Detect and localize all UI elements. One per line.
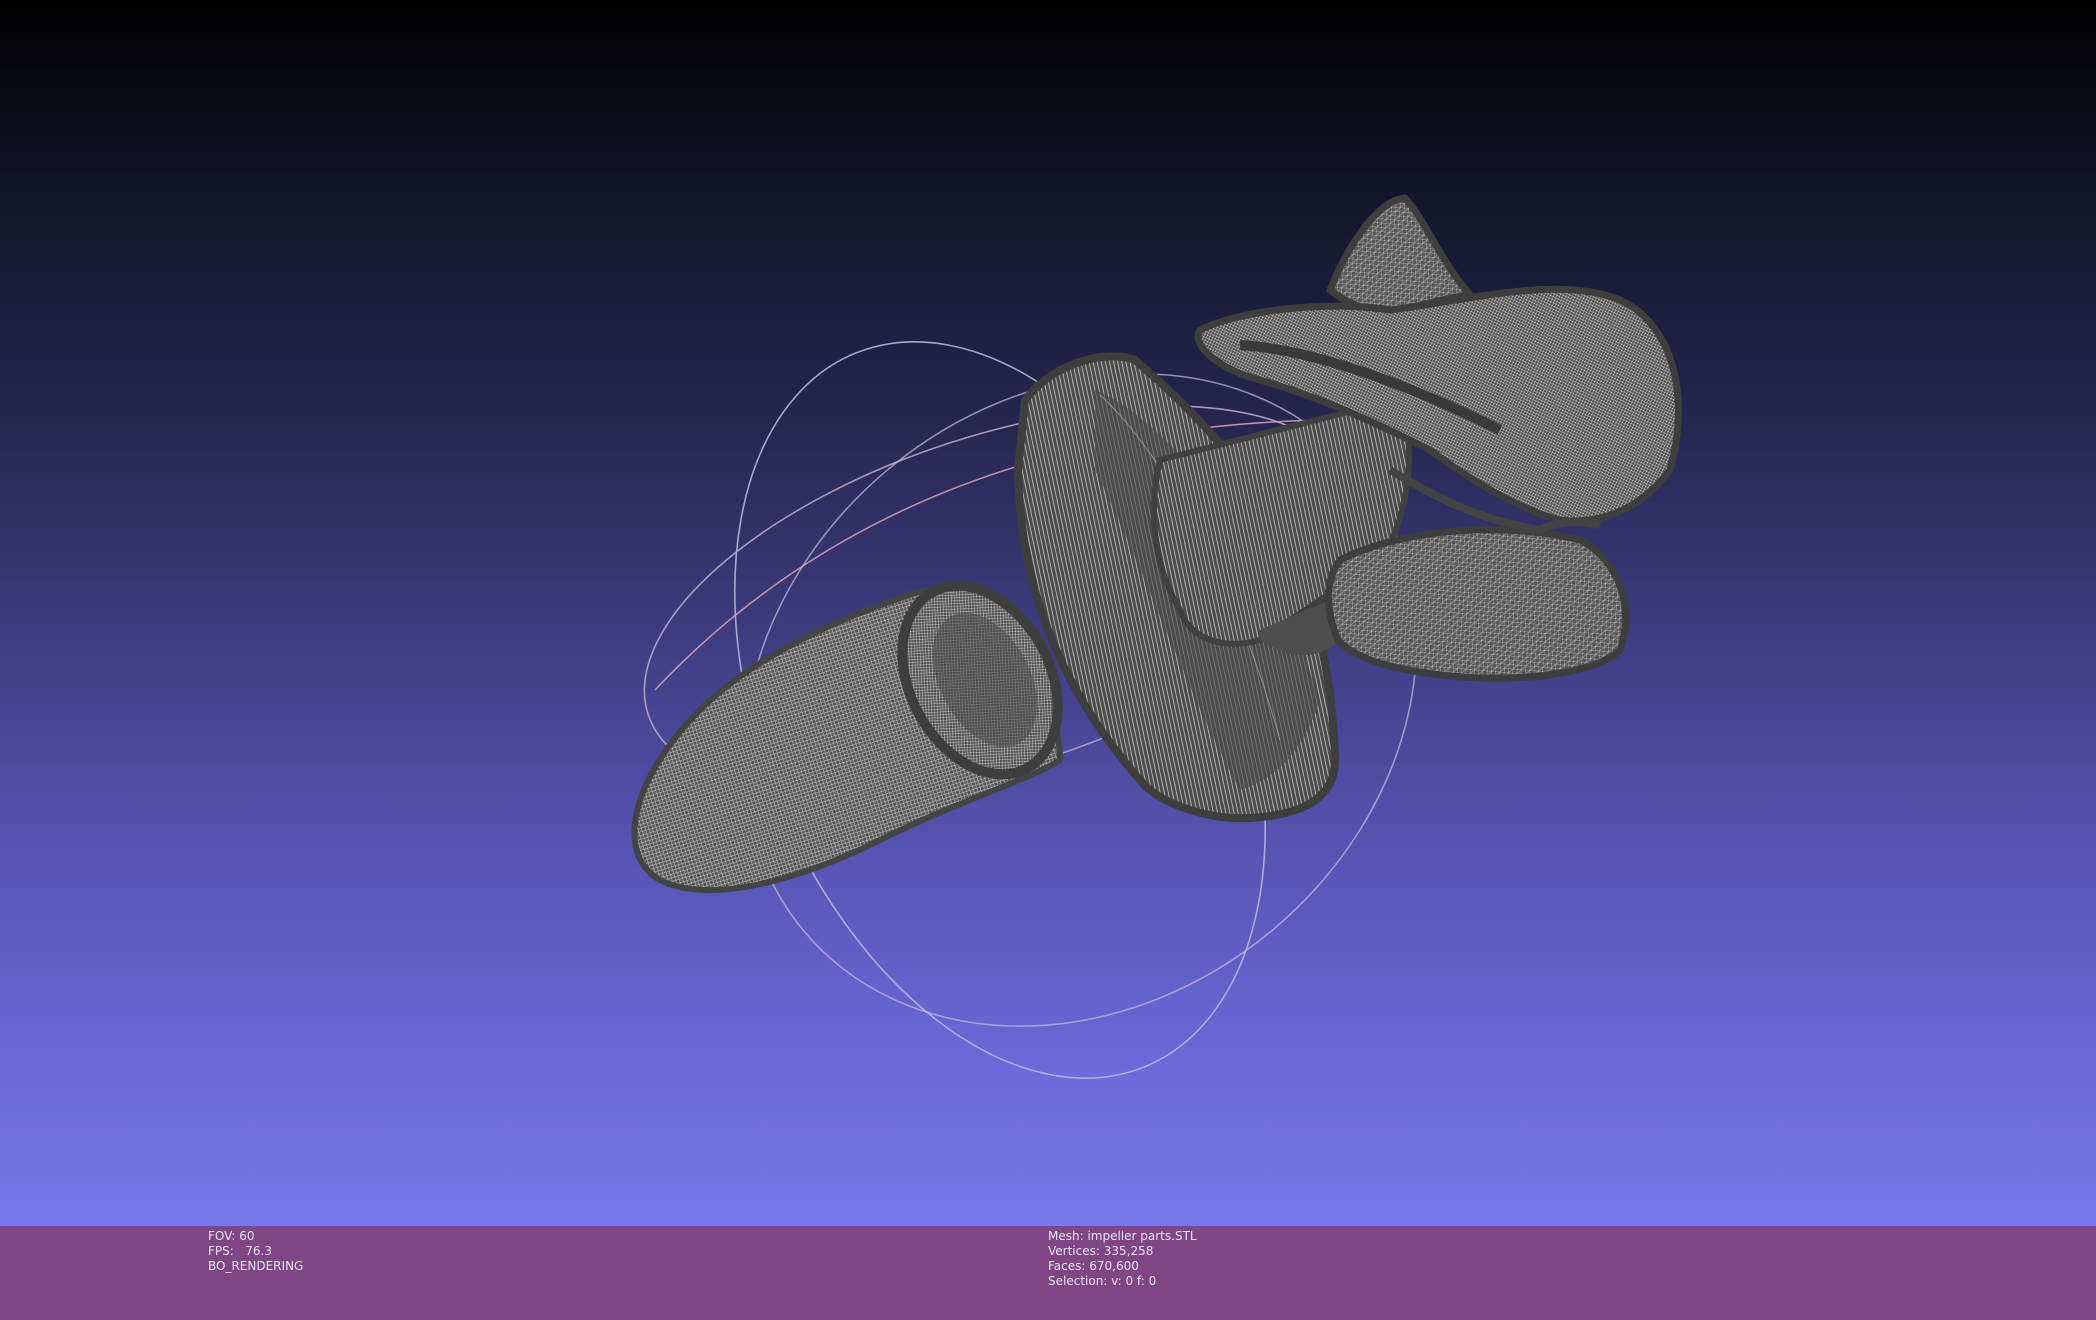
mesh-info: Mesh: impeller parts.STL Vertices: 335,2…: [1048, 1229, 1197, 1289]
fps-readout: FPS: 76.3: [208, 1244, 272, 1258]
selection-readout: Selection: v: 0 f: 0: [1048, 1274, 1157, 1288]
info-bar: FOV: 60 FPS: 76.3 BO_RENDERING Mesh: imp…: [0, 1226, 2096, 1320]
faces-readout: Faces: 670,600: [1048, 1259, 1139, 1273]
scene-canvas[interactable]: [0, 0, 2096, 1226]
render-mode-readout: BO_RENDERING: [208, 1259, 304, 1273]
render-info: FOV: 60 FPS: 76.3 BO_RENDERING: [208, 1229, 303, 1274]
meshlab-viewer: FOV: 60 FPS: 76.3 BO_RENDERING Mesh: imp…: [0, 0, 2096, 1320]
mesh-name-readout: Mesh: impeller parts.STL: [1048, 1229, 1197, 1243]
fov-readout: FOV: 60: [208, 1229, 255, 1243]
3d-viewport[interactable]: [0, 0, 2096, 1226]
nose-cone-mesh: [631, 580, 1064, 893]
vertices-readout: Vertices: 335,258: [1048, 1244, 1154, 1258]
